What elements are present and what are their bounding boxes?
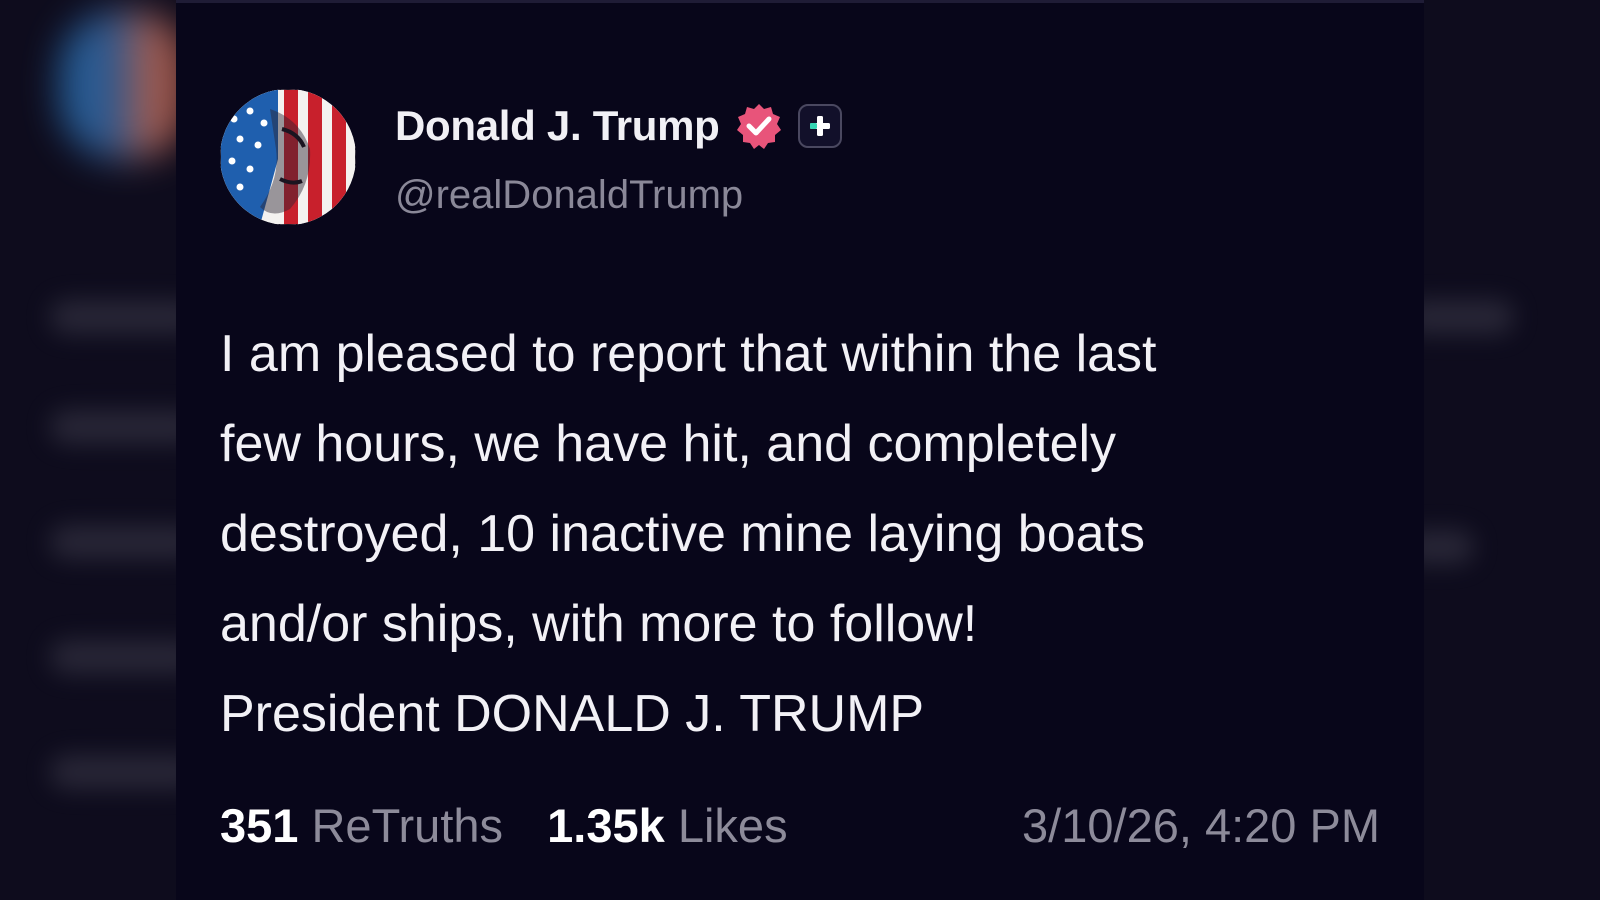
post-body-line: and/or ships, with more to follow!: [220, 595, 978, 653]
blurred-text: [1424, 300, 1514, 334]
post-body-line: I am pleased to report that within the l…: [220, 325, 1157, 383]
post-body-line: destroyed, 10 inactive mine laying boats: [220, 505, 1145, 563]
plus-icon: [809, 116, 830, 136]
retruths-count: 351: [220, 799, 299, 852]
post-body-line: few hours, we have hit, and completely: [220, 415, 1117, 473]
blurred-text: [50, 525, 176, 559]
retruths-label: ReTruths: [311, 799, 504, 852]
blurred-text: [50, 410, 176, 444]
post-signature: President DONALD J. TRUMP: [220, 685, 925, 743]
likes-stat[interactable]: 1.35k Likes: [547, 799, 787, 852]
post-stats: 351 ReTruths 1.35k Likes 3/10/26, 4:20 P…: [220, 798, 1380, 853]
blurred-text: [50, 640, 176, 674]
likes-label: Likes: [677, 799, 788, 852]
author-display-name[interactable]: Donald J. Trump: [395, 102, 720, 150]
background-blur-right: [1424, 0, 1600, 900]
background-blur-left: [0, 0, 176, 900]
avatar[interactable]: [220, 89, 356, 225]
post-body: I am pleased to report that within the l…: [220, 309, 1390, 759]
truth-plus-badge: [797, 104, 842, 148]
verified-badge-icon: [736, 104, 781, 149]
truth-post-card[interactable]: Donald J. Trump @realDonaldTrump I am pl…: [176, 0, 1424, 900]
likes-count: 1.35k: [547, 799, 665, 852]
blurred-avatar: [60, 10, 176, 160]
author-handle[interactable]: @realDonaldTrump: [395, 173, 743, 218]
screenshot-stage: Donald J. Trump @realDonaldTrump I am pl…: [0, 0, 1600, 900]
blurred-text: [1424, 530, 1474, 564]
blurred-text: [50, 300, 176, 334]
post-timestamp[interactable]: 3/10/26, 4:20 PM: [1022, 798, 1380, 853]
retruths-stat[interactable]: 351 ReTruths: [220, 799, 516, 852]
avatar-flag-portrait-icon: [220, 89, 356, 225]
post-author: Donald J. Trump: [395, 101, 842, 151]
blurred-text: [50, 755, 176, 789]
